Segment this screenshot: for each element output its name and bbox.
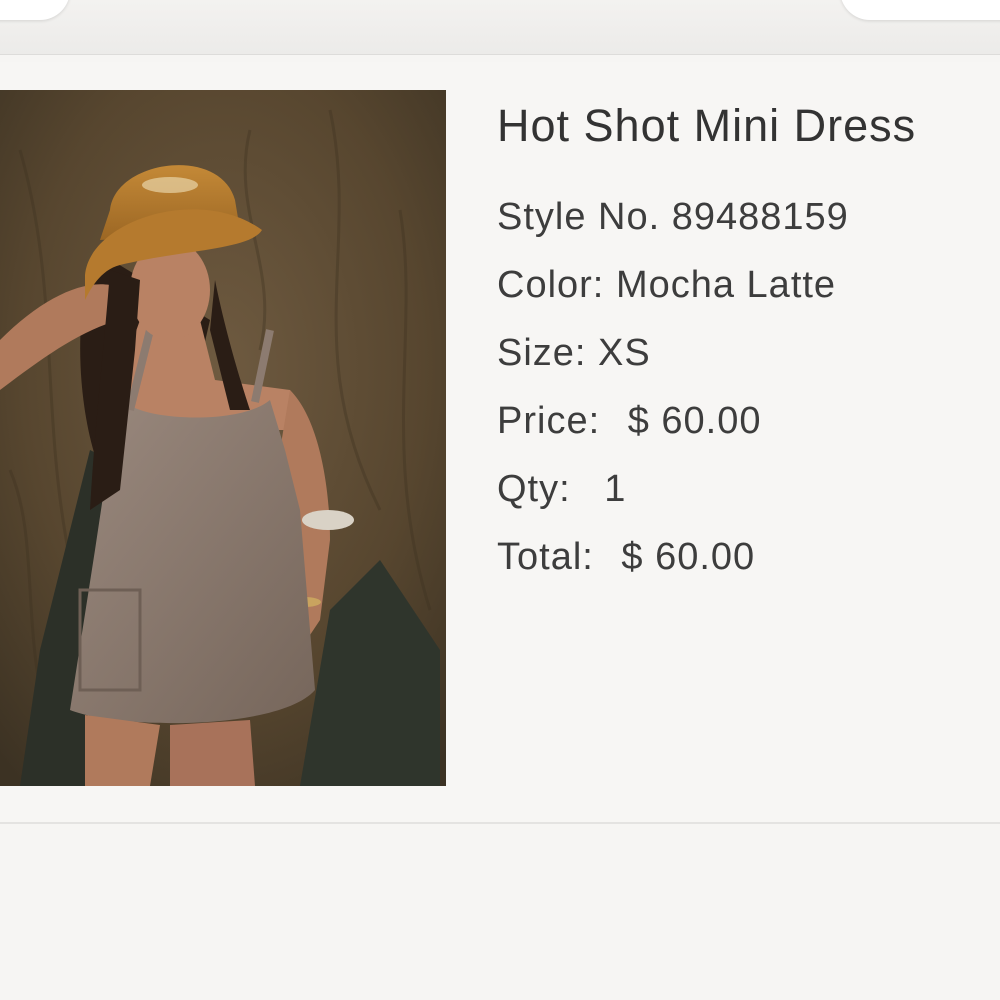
back-button[interactable] [0, 0, 70, 20]
color-label: Color: [497, 264, 605, 306]
product-photo [0, 90, 446, 786]
total-label: Total: [497, 536, 594, 578]
price-label: Price: [497, 400, 601, 442]
qty-label: Qty: [497, 468, 571, 510]
size-value: XS [598, 332, 651, 374]
size-row: Size: XS [497, 328, 997, 378]
style-label: Style No. [497, 196, 661, 238]
product-title[interactable]: Hot Shot Mini Dress [497, 98, 997, 154]
style-value: 89488159 [671, 196, 849, 238]
top-bar [0, 0, 1000, 55]
style-number: Style No. 89488159 [497, 192, 997, 242]
product-image[interactable] [0, 90, 446, 786]
color-value: Mocha Latte [615, 264, 837, 306]
qty-row: Qty: 1 [497, 464, 997, 514]
legs [85, 715, 160, 786]
total-row: Total: $ 60.00 [497, 532, 997, 582]
price-value: $ 60.00 [627, 400, 762, 442]
price-row: Price: $ 60.00 [497, 396, 997, 446]
color-row: Color: Mocha Latte [497, 260, 997, 310]
product-details: Hot Shot Mini Dress Style No. 89488159 C… [497, 98, 997, 582]
size-label: Size: [497, 332, 587, 374]
total-value: $ 60.00 [621, 536, 756, 578]
top-action-button[interactable] [840, 0, 1000, 20]
order-summary-page: Hot Shot Mini Dress Style No. 89488159 C… [0, 0, 1000, 1000]
qty-value: 1 [604, 468, 627, 510]
order-item-card: Hot Shot Mini Dress Style No. 89488159 C… [0, 62, 1000, 824]
